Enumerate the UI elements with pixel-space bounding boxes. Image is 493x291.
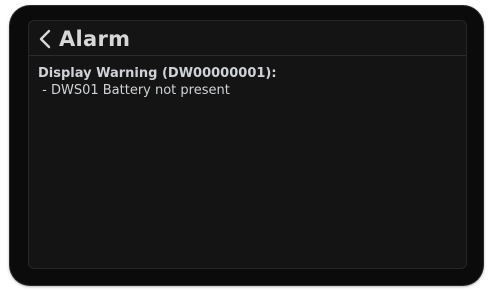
chevron-left-icon [39, 29, 51, 49]
warning-item: - DWS01 Battery not present [38, 83, 230, 98]
screen-header: Alarm [29, 21, 466, 56]
page-title: Alarm [59, 27, 131, 51]
alarm-screen: Alarm Display Warning (DW00000001): - DW… [28, 20, 467, 269]
warning-title: Display Warning (DW00000001): [38, 66, 277, 81]
device-bezel: Alarm Display Warning (DW00000001): - DW… [10, 6, 483, 285]
alarm-content: Display Warning (DW00000001): - DWS01 Ba… [38, 65, 458, 99]
back-button[interactable]: Alarm [39, 27, 130, 51]
